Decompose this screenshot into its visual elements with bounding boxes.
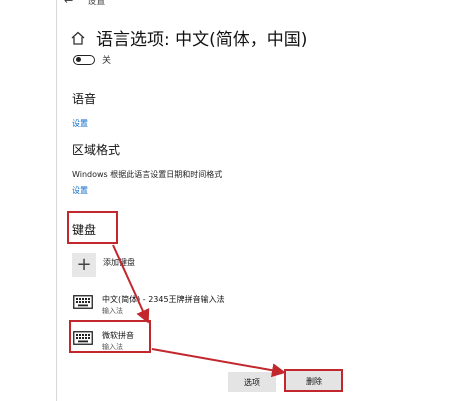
annotation-arrows (112, 244, 286, 378)
arrow-keyboard-to-pinyin (112, 244, 150, 324)
arrow-pinyin-to-remove (151, 348, 286, 378)
